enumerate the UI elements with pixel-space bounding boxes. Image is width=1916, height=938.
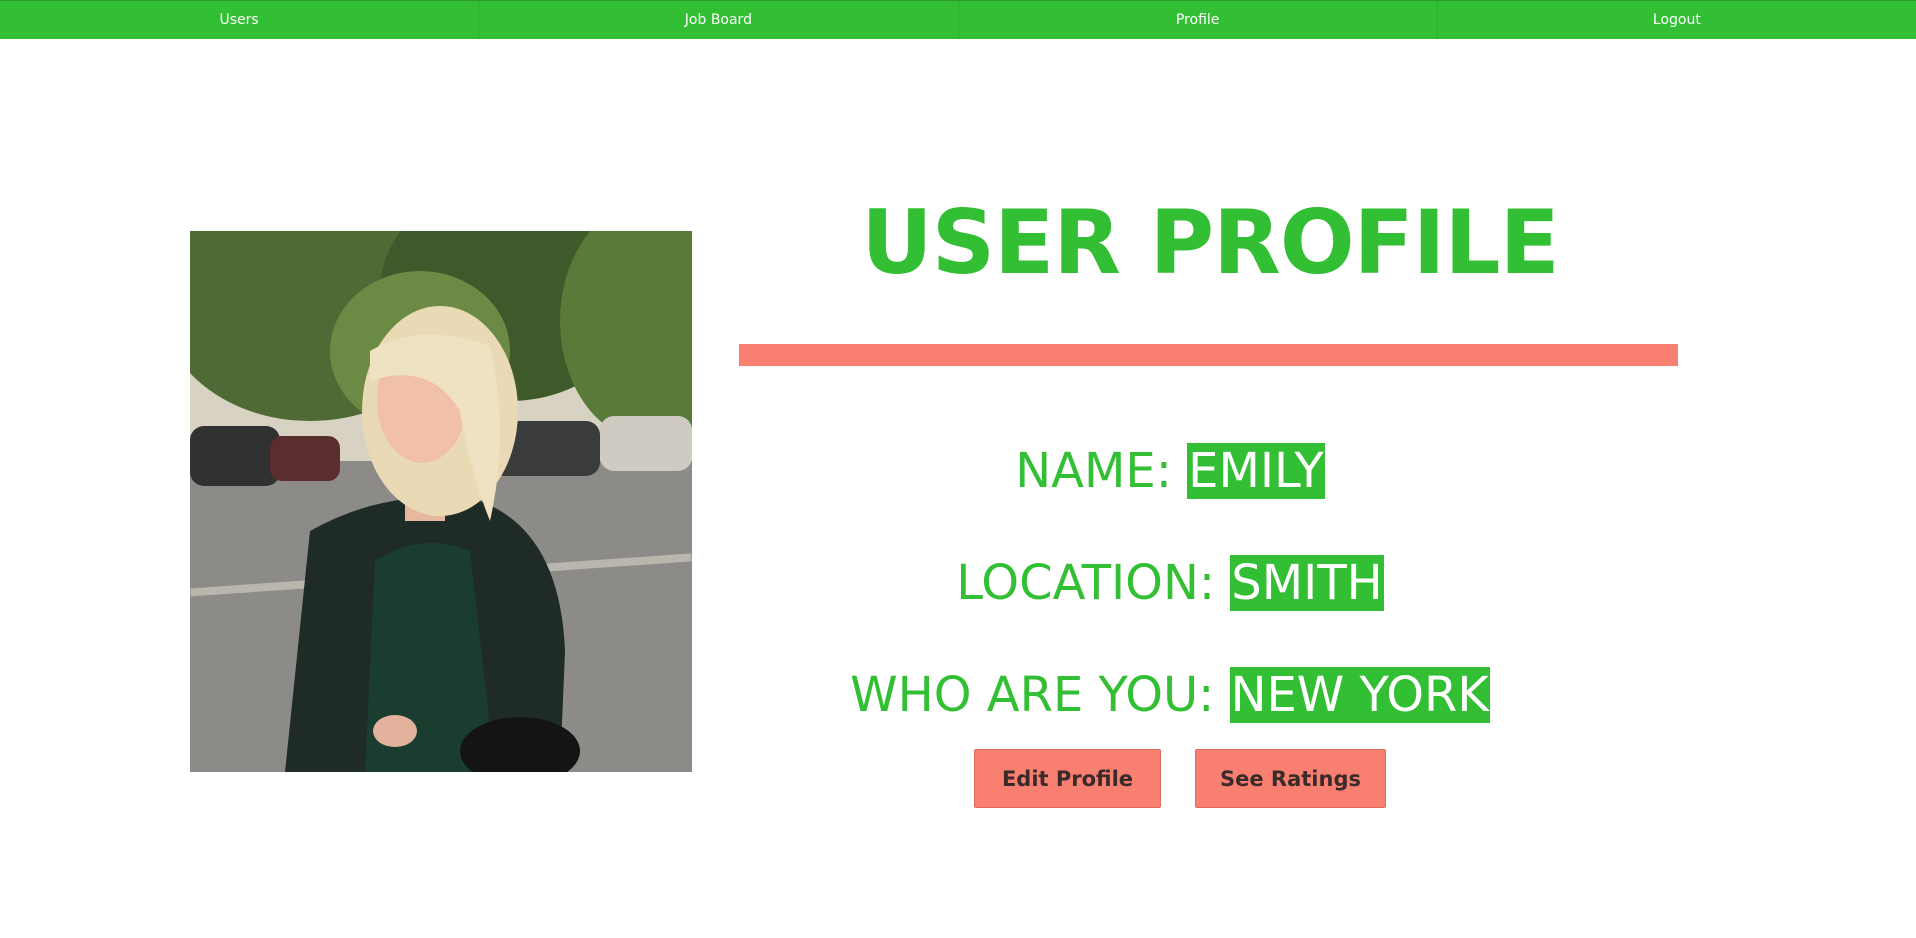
location-value: SMITH [1230,555,1384,611]
name-row: NAME: EMILY [700,440,1640,502]
nav-item-users[interactable]: Users [0,1,480,39]
who-are-you-row: WHO ARE YOU: NEW YORK [700,664,1640,726]
edit-profile-button[interactable]: Edit Profile [974,749,1161,808]
top-navbar: Users Job Board Profile Logout [0,0,1916,39]
page-title: USER PROFILE [861,191,1559,294]
location-row: LOCATION: SMITH [700,552,1640,614]
profile-photo [190,231,692,772]
nav-item-logout[interactable]: Logout [1438,1,1916,39]
name-label: NAME: [1015,443,1188,499]
title-divider [739,344,1678,366]
who-are-you-value: NEW YORK [1229,667,1490,723]
nav-item-job-board[interactable]: Job Board [479,1,959,39]
location-label: LOCATION: [956,555,1231,611]
nav-item-profile[interactable]: Profile [959,1,1438,39]
who-are-you-label: WHO ARE YOU: [850,667,1230,723]
name-value: EMILY [1187,443,1325,499]
see-ratings-button[interactable]: See Ratings [1195,749,1386,808]
